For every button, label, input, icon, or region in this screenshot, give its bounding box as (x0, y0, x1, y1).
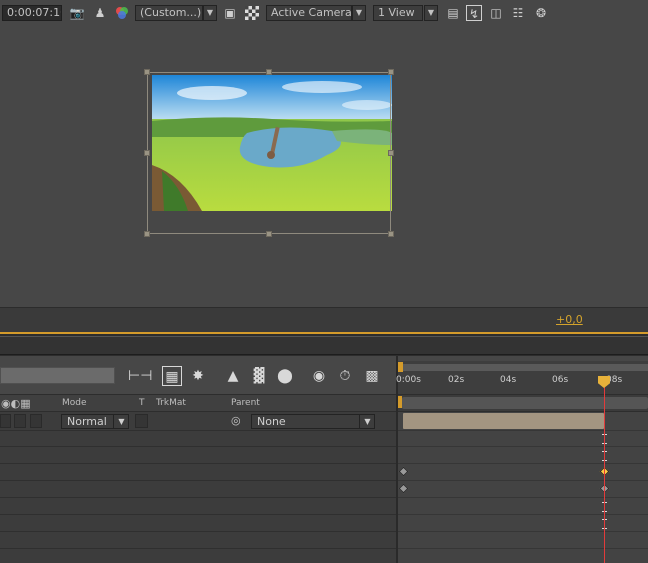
ruler-tick-label: 0:00s (396, 375, 421, 385)
camera-icon[interactable]: 📷 (69, 5, 85, 21)
ruler-tick-label: 04s (500, 375, 517, 385)
brainstorm-icon[interactable]: ⬤ (275, 366, 295, 386)
auto-keyframe-icon[interactable]: ◉ (309, 366, 329, 386)
transform-handle-right[interactable] (388, 150, 394, 156)
transform-handle-left[interactable] (144, 150, 150, 156)
chevron-down-icon[interactable]: ▼ (359, 414, 375, 429)
transform-handle-top-left[interactable] (144, 69, 150, 75)
parent-select[interactable]: None (251, 414, 375, 429)
checkerboard-icon[interactable] (244, 5, 260, 21)
navigator-start-handle[interactable] (398, 396, 402, 408)
layer-bounding-box (147, 72, 391, 234)
chevron-down-icon[interactable]: ▼ (203, 5, 217, 21)
region-icon[interactable]: ▣ (222, 5, 238, 21)
view-preset-dropdown[interactable]: (Custom...) (135, 5, 203, 21)
time-navigator[interactable] (398, 394, 648, 412)
work-area-start-handle[interactable] (398, 362, 403, 372)
pick-whip-icon[interactable]: ◎ (231, 414, 241, 427)
timeline-tracks[interactable] (398, 412, 648, 563)
playhead-line[interactable] (604, 380, 605, 563)
layer-duration-bar[interactable] (403, 413, 604, 429)
graph-editor-icon[interactable]: ▩ (362, 366, 382, 386)
transform-handle-top[interactable] (266, 69, 272, 75)
t-column-label: T (139, 398, 145, 408)
motion-blur-icon[interactable]: ▓ (249, 366, 269, 386)
chevron-down-icon[interactable]: ▼ (113, 414, 129, 429)
parent-column-label: Parent (231, 398, 260, 408)
exposure-icon[interactable]: ❂ (533, 5, 549, 21)
draft-3d-icon[interactable]: ▦ (162, 366, 182, 386)
layer-list (0, 412, 396, 563)
frame-blending-icon[interactable]: ▲ (223, 366, 243, 386)
layer-search-input[interactable] (0, 367, 115, 384)
trkmat-column-label: TrkMat (156, 398, 186, 408)
layer-switch[interactable] (30, 414, 42, 428)
exposure-value[interactable]: +0,0 (556, 313, 583, 326)
stopwatch-icon[interactable]: ⏱ (335, 366, 355, 386)
fast-preview-icon[interactable]: ↯ (466, 5, 482, 21)
toggle-pixel-aspect-icon[interactable]: ▤ (445, 5, 461, 21)
ruler-tick-label: 06s (552, 375, 569, 385)
work-area-bar[interactable] (398, 364, 648, 371)
transform-handle-bottom-left[interactable] (144, 231, 150, 237)
rgb-icon[interactable] (114, 5, 130, 21)
camera-view-dropdown[interactable]: Active Camera (266, 5, 352, 21)
transform-handle-top-right[interactable] (388, 69, 394, 75)
viewer-toolbar (0, 307, 648, 334)
timeline-tab-bar (0, 334, 648, 356)
view-layout-dropdown[interactable]: 1 View (373, 5, 423, 21)
preserve-transparency-checkbox[interactable] (135, 414, 148, 428)
chevron-down-icon[interactable]: ▼ (424, 5, 438, 21)
person-icon[interactable]: ♟ (92, 5, 108, 21)
layer-switch[interactable] (0, 414, 11, 428)
timeline-icon[interactable]: ◫ (488, 5, 504, 21)
transform-handle-bottom-right[interactable] (388, 231, 394, 237)
layer-column-header: ◉◐▦ Mode T TrkMat Parent (0, 394, 396, 412)
hide-shy-layers-icon[interactable]: ✸ (188, 366, 208, 386)
layer-switch[interactable] (14, 414, 26, 428)
transform-handle-bottom[interactable] (266, 231, 272, 237)
timecode-display[interactable]: 0:00:07:16 (2, 5, 62, 21)
flowchart-icon[interactable]: ☷ (510, 5, 526, 21)
mode-column-label: Mode (62, 398, 87, 408)
comp-mini-flowchart-icon[interactable]: ⊢⊣ (128, 366, 152, 386)
visibility-column-icons: ◉◐▦ (1, 397, 31, 410)
ruler-tick-label: 02s (448, 375, 465, 385)
chevron-down-icon[interactable]: ▼ (352, 5, 366, 21)
